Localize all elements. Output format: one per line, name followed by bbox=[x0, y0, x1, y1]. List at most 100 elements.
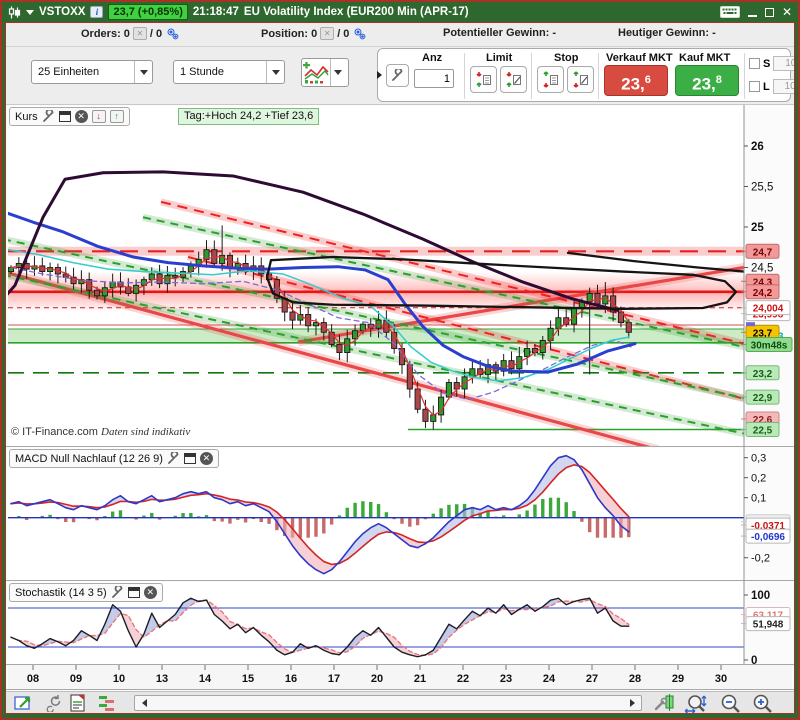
reload-data-icon[interactable] bbox=[46, 694, 64, 712]
stop-auto-row: S bbox=[749, 56, 795, 71]
l-value-input[interactable] bbox=[773, 79, 795, 94]
stop-label: Stop bbox=[554, 52, 578, 64]
units-dropdown[interactable]: 25 Einheiten bbox=[31, 60, 153, 84]
wrench-icon[interactable] bbox=[42, 110, 55, 123]
zoom-out-icon[interactable] bbox=[720, 694, 742, 714]
limit-buy-button[interactable] bbox=[500, 66, 527, 93]
macd-tick-0,3: 0,3 bbox=[751, 453, 766, 465]
chart-type-button[interactable] bbox=[301, 58, 349, 87]
time-label-21: 21 bbox=[414, 673, 426, 685]
l-checkbox[interactable] bbox=[749, 81, 760, 92]
keyboard-icon[interactable] bbox=[720, 6, 740, 18]
last-price-badge: 23,7 (+0,85%) bbox=[108, 4, 187, 20]
orders-label: Orders: bbox=[81, 28, 121, 40]
s-checkbox[interactable] bbox=[749, 58, 760, 69]
sell-price-decimal: 6 bbox=[645, 74, 651, 86]
copyright-note: © IT-Finance.com Daten sind indikativ bbox=[11, 426, 190, 438]
kurs-panel-header: Kurs ✕ ↓ ↑ bbox=[9, 107, 130, 126]
interval-dropdown-arrow-icon[interactable] bbox=[266, 61, 284, 83]
time-label-20: 20 bbox=[371, 673, 383, 685]
today-profit-value: - bbox=[712, 27, 716, 39]
units-dropdown-arrow-icon[interactable] bbox=[134, 61, 152, 83]
orders-count2: 0 bbox=[156, 28, 162, 40]
time-label-23: 23 bbox=[500, 673, 512, 685]
potential-profit-value: - bbox=[552, 27, 556, 39]
orders-slash: / bbox=[150, 28, 153, 40]
stop-buy-button[interactable] bbox=[567, 66, 594, 93]
detach-window-icon[interactable] bbox=[128, 587, 140, 598]
time-label-14: 14 bbox=[199, 673, 212, 685]
limit-sell-button[interactable] bbox=[470, 66, 497, 93]
orders-gear-icon[interactable] bbox=[165, 27, 179, 40]
market-depth-icon[interactable] bbox=[98, 694, 116, 712]
potential-profit-block: Potentieller Gewinn: - bbox=[443, 27, 556, 39]
chart-properties-icon[interactable] bbox=[654, 694, 676, 712]
time-label-22: 22 bbox=[457, 673, 469, 685]
wrench-icon[interactable] bbox=[111, 586, 124, 599]
info-icon[interactable]: i bbox=[90, 6, 103, 18]
maximize-button[interactable] bbox=[765, 8, 774, 17]
buy-price-decimal: 8 bbox=[716, 74, 722, 86]
minimize-button[interactable] bbox=[748, 8, 757, 17]
macd-title: MACD Null Nachlauf (12 26 9) bbox=[15, 453, 163, 465]
chart-type-arrow-icon[interactable] bbox=[330, 59, 344, 86]
sell-market-button[interactable]: 23,6 bbox=[604, 65, 668, 96]
wrench-icon[interactable] bbox=[167, 452, 180, 465]
orders-list-icon[interactable]: ✕ bbox=[133, 27, 147, 40]
units-dropdown-value: 25 Einheiten bbox=[32, 66, 134, 78]
report-icon[interactable] bbox=[70, 694, 86, 712]
limit-auto-row: L bbox=[749, 79, 795, 94]
zoom-fit-icon[interactable] bbox=[684, 694, 710, 714]
trade-settings-button[interactable] bbox=[386, 64, 409, 87]
orders-block: Orders: 0 ✕ / 0 bbox=[81, 27, 179, 40]
price-badge-24,7-text: 24,7 bbox=[753, 247, 773, 258]
macd-badge--0,0696-text: -0,0696 bbox=[751, 532, 785, 543]
close-window-button[interactable]: ✕ bbox=[782, 6, 792, 18]
close-panel-icon[interactable]: ✕ bbox=[75, 110, 88, 123]
chart-type-icon bbox=[302, 62, 330, 84]
quick-sell-icon[interactable]: ↓ bbox=[92, 110, 106, 123]
scroll-left-icon[interactable] bbox=[137, 697, 151, 709]
detach-window-icon[interactable] bbox=[184, 453, 196, 464]
time-label-15: 15 bbox=[242, 673, 254, 685]
stop-buy-icon bbox=[572, 71, 589, 88]
macd-tick--0,2: -0,2 bbox=[751, 553, 770, 565]
stoch-badge-51,948-text: 51,948 bbox=[753, 620, 784, 631]
symbol-name: VSTOXX bbox=[39, 6, 85, 18]
price-chart-svg[interactable]: 08091013141516172021222324272829302625,5… bbox=[6, 105, 795, 692]
price-badge-22,9-text: 22,9 bbox=[753, 393, 773, 404]
zoom-in-icon[interactable] bbox=[752, 694, 774, 714]
price-tick-25: 25 bbox=[751, 222, 764, 234]
panel-collapse-icon[interactable] bbox=[377, 71, 382, 79]
today-profit-block: Heutiger Gewinn: - bbox=[618, 27, 716, 39]
close-panel-icon[interactable]: ✕ bbox=[200, 452, 213, 465]
macd-tick-0,2: 0,2 bbox=[751, 473, 766, 485]
time-label-30: 30 bbox=[715, 673, 727, 685]
stoch-panel-header: Stochastik (14 3 5) ✕ bbox=[9, 583, 163, 602]
stop-sell-button[interactable] bbox=[537, 66, 564, 93]
detach-window-icon[interactable] bbox=[59, 111, 71, 122]
buy-mkt-label: Kauf MKT bbox=[679, 52, 730, 64]
chart-scrollbar[interactable] bbox=[134, 695, 642, 711]
today-profit-label: Heutiger Gewinn: bbox=[618, 27, 709, 39]
buy-market-button[interactable]: 23,8 bbox=[675, 65, 739, 96]
s-label: S bbox=[763, 58, 770, 70]
export-chart-icon[interactable] bbox=[14, 694, 36, 712]
time-label-09: 09 bbox=[70, 673, 82, 685]
symbol-dropdown-icon[interactable] bbox=[26, 10, 34, 15]
day-high-low-tag: Tag:+Hoch 24,2 +Tief 23,6 bbox=[178, 108, 319, 125]
sell-price-main: 23, bbox=[621, 75, 645, 94]
kurs-title: Kurs bbox=[15, 111, 38, 123]
time-label-17: 17 bbox=[328, 673, 340, 685]
scroll-right-icon[interactable] bbox=[625, 697, 639, 709]
close-panel-icon[interactable]: ✕ bbox=[144, 586, 157, 599]
limit-label: Limit bbox=[486, 52, 512, 64]
position-gear-icon[interactable] bbox=[352, 27, 366, 40]
position-list-icon[interactable]: ✕ bbox=[320, 27, 334, 40]
interval-dropdown[interactable]: 1 Stunde bbox=[173, 60, 285, 84]
quick-buy-icon[interactable]: ↑ bbox=[110, 110, 124, 123]
position-label: Position: bbox=[261, 28, 308, 40]
stoch-tick-100: 100 bbox=[751, 590, 770, 602]
s-value-input[interactable] bbox=[773, 56, 795, 71]
quantity-input[interactable] bbox=[414, 69, 454, 88]
